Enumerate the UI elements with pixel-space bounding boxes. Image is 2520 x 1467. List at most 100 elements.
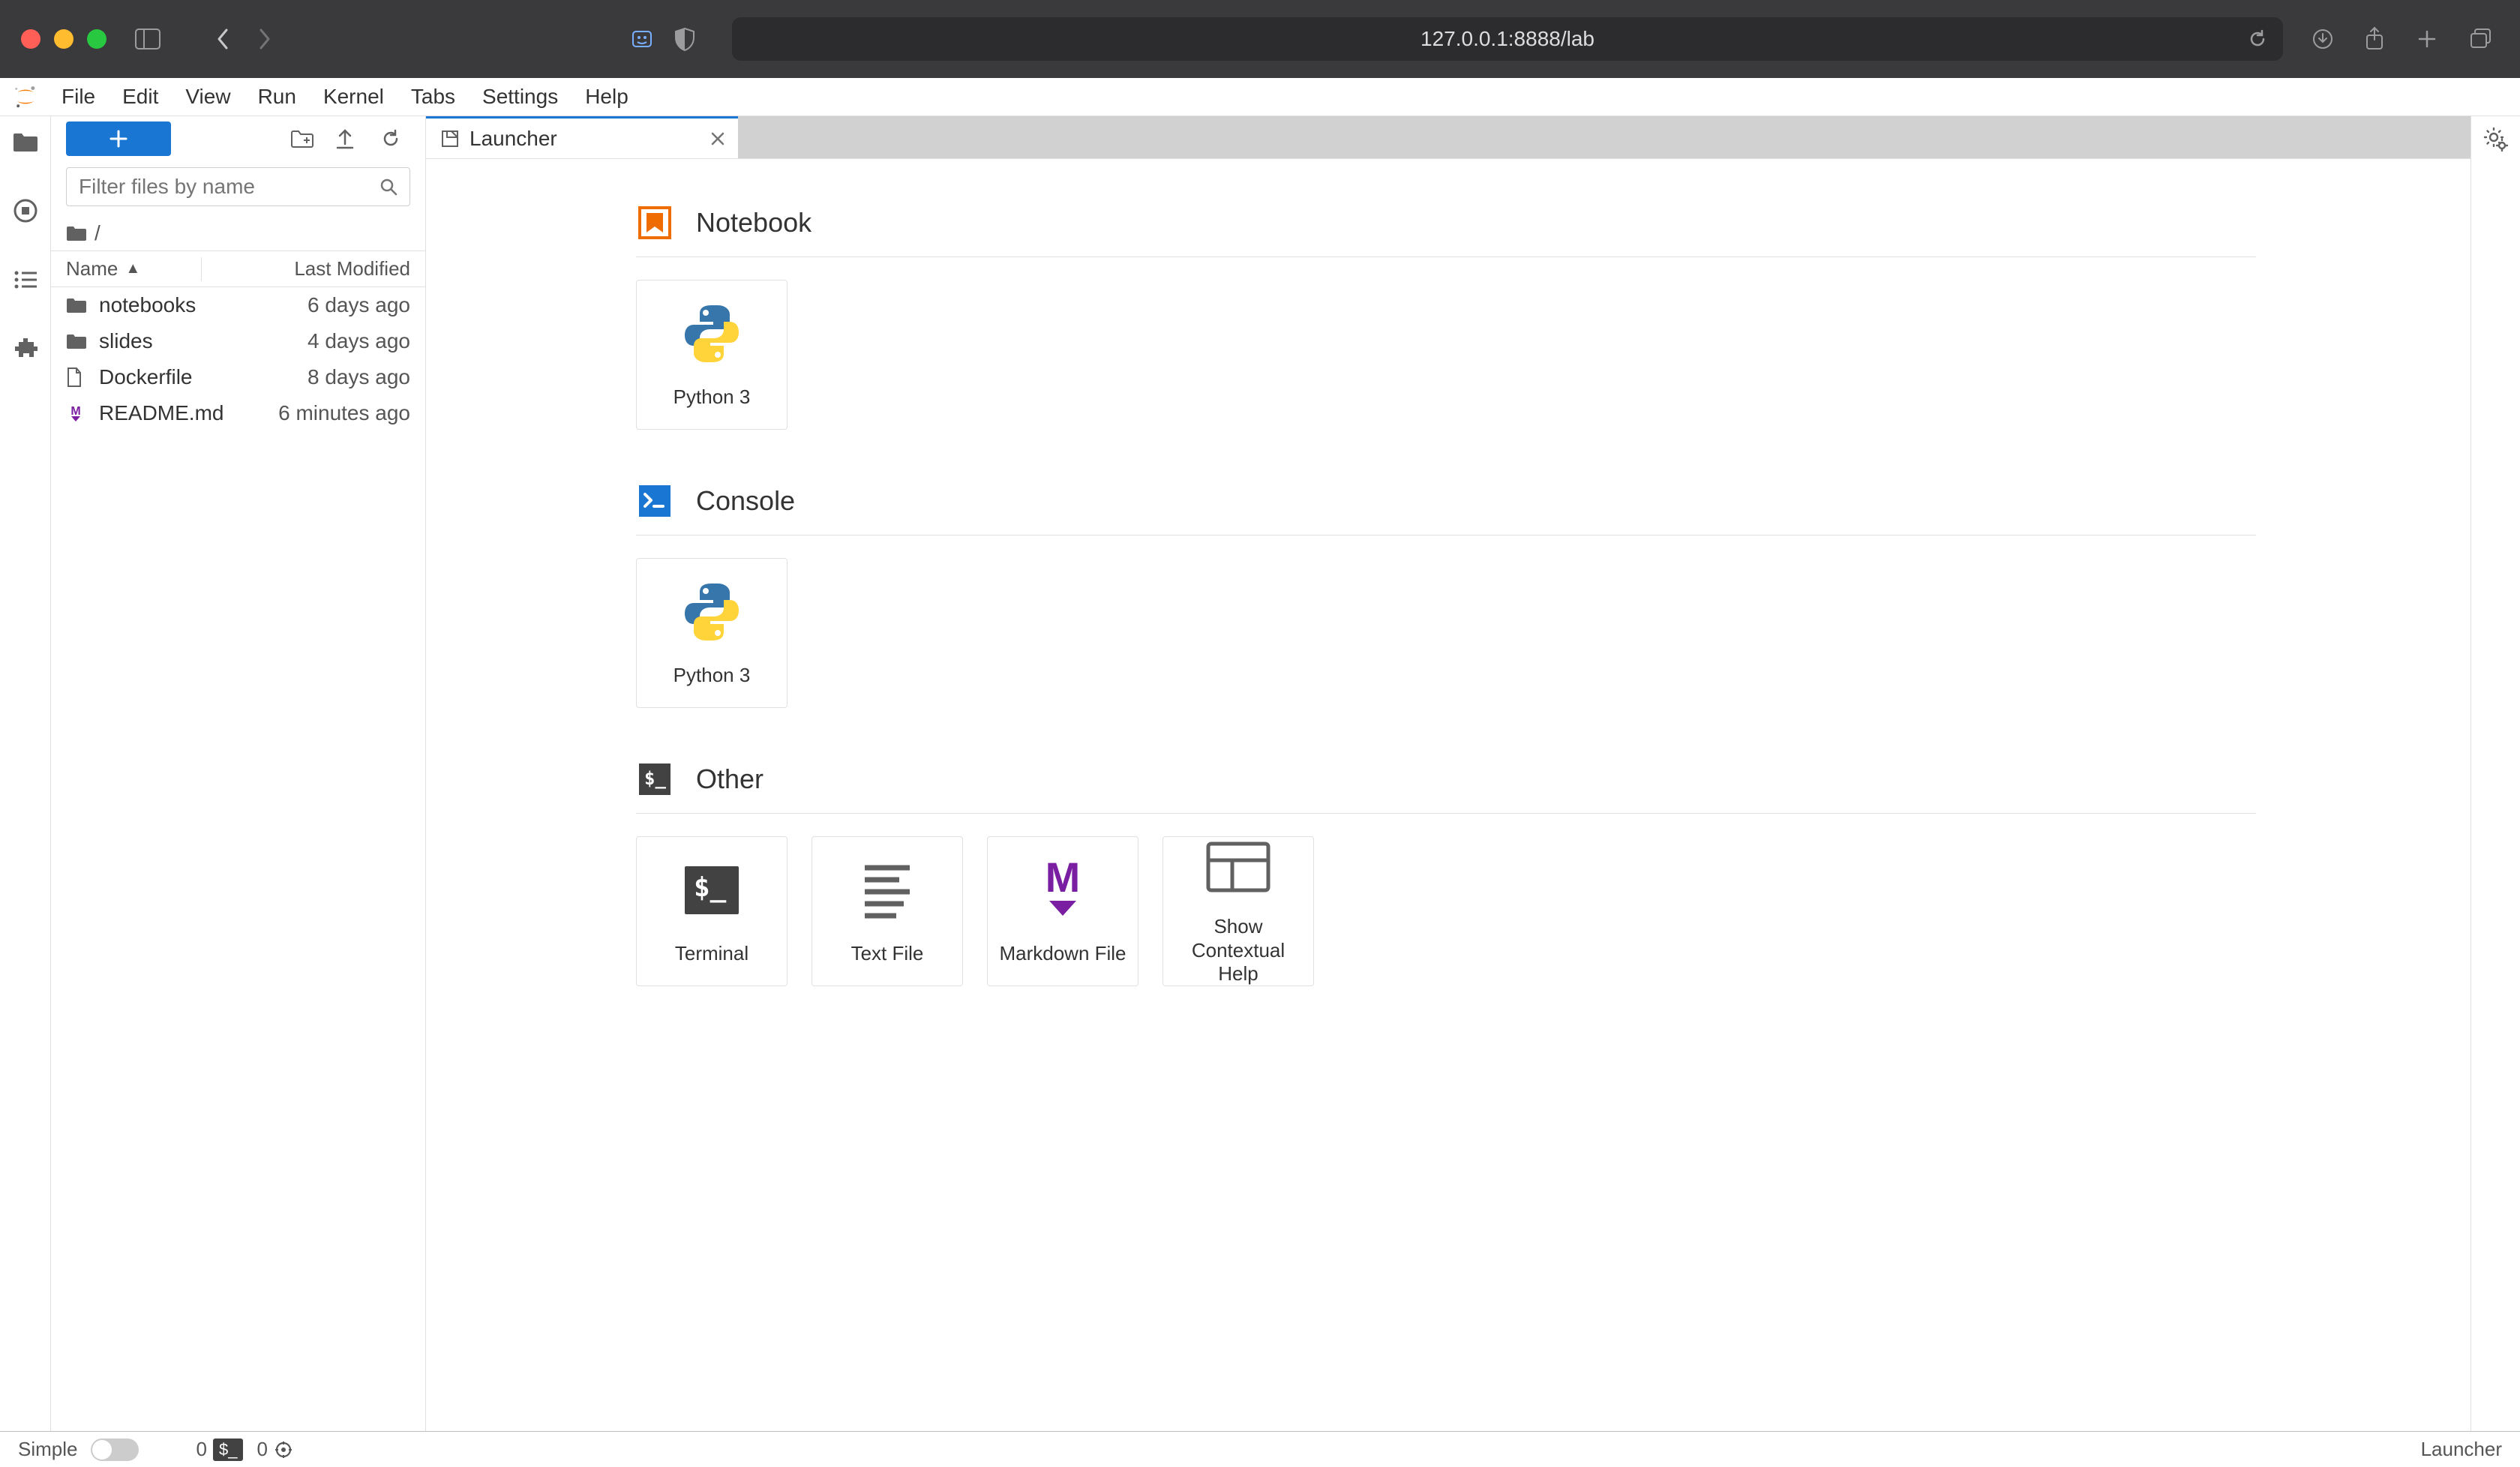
sort-asc-icon: ▲ (125, 260, 140, 278)
terminal-badge-icon: $_ (213, 1438, 243, 1461)
close-icon[interactable] (710, 130, 726, 147)
console-section-title: Console (696, 485, 795, 517)
terminals-status[interactable]: 0 $_ (196, 1438, 243, 1461)
notebook-section-icon (636, 204, 674, 242)
tab-launcher[interactable]: Launcher (426, 116, 738, 158)
text-file-icon (854, 856, 921, 924)
nav-back-icon[interactable] (214, 27, 244, 51)
running-kernels-icon[interactable] (10, 196, 40, 226)
svg-text:$_: $_ (694, 872, 727, 903)
launcher-section-other: $_ Other $_ Terminal (636, 760, 2256, 986)
breadcrumb-root: / (94, 221, 100, 245)
simple-mode-toggle[interactable] (91, 1438, 139, 1461)
file-modified: 6 minutes ago (278, 401, 410, 425)
tab-title: Launcher (470, 127, 557, 151)
file-modified: 6 days ago (308, 293, 410, 317)
launcher-card-text-file[interactable]: Text File (812, 836, 963, 986)
filter-files-input[interactable] (66, 167, 410, 206)
file-modified: 4 days ago (308, 329, 410, 353)
activity-bar (0, 116, 51, 1431)
file-browser-panel: / Name ▲ Last Modified notebooks6 days a… (51, 116, 426, 1431)
extensions-icon[interactable] (10, 334, 40, 364)
property-inspector-icon[interactable] (2483, 127, 2509, 152)
column-name-header[interactable]: Name ▲ (51, 257, 201, 280)
contextual-help-icon (1204, 837, 1272, 897)
extension-icon[interactable] (630, 27, 660, 51)
window-zoom[interactable] (87, 29, 106, 49)
share-icon[interactable] (2364, 26, 2394, 52)
kernels-status[interactable]: 0 (256, 1438, 292, 1461)
launcher-section-console: Console Python 3 (636, 482, 2256, 708)
menu-edit[interactable]: Edit (109, 85, 172, 109)
search-icon (379, 177, 398, 196)
file-browser-icon[interactable] (10, 127, 40, 157)
card-label: Markdown File (992, 942, 1133, 965)
shield-icon[interactable] (674, 27, 704, 51)
status-bar: Simple 0 $_ 0 Launcher (0, 1431, 2520, 1467)
menu-settings[interactable]: Settings (469, 85, 572, 109)
other-section-title: Other (696, 764, 764, 795)
folder-icon (66, 297, 93, 314)
reload-icon[interactable] (2247, 28, 2268, 50)
refresh-icon[interactable] (380, 128, 410, 149)
card-label: Python 3 (666, 664, 758, 687)
downloads-icon[interactable] (2312, 28, 2342, 50)
tabs-overview-icon[interactable] (2469, 28, 2499, 50)
kernel-badge-icon (274, 1440, 293, 1460)
url-bar[interactable]: 127.0.0.1:8888/lab (732, 17, 2283, 61)
card-label: Show Contextual Help (1163, 915, 1313, 986)
menu-help[interactable]: Help (572, 85, 642, 109)
launcher-tab-icon (441, 130, 459, 148)
launcher-card-markdown-file[interactable]: M Markdown File (987, 836, 1138, 986)
card-label: Terminal (668, 942, 756, 965)
nav-forward-icon[interactable] (258, 27, 288, 51)
browser-chrome: 127.0.0.1:8888/lab (0, 0, 2520, 78)
property-inspector-bar (2470, 116, 2520, 1431)
file-row[interactable]: M README.md6 minutes ago (51, 395, 425, 431)
jupyter-logo[interactable] (3, 78, 48, 116)
file-row[interactable]: slides4 days ago (51, 323, 425, 359)
menu-file[interactable]: File (48, 85, 109, 109)
launcher-card-contextual-help[interactable]: Show Contextual Help (1162, 836, 1314, 986)
file-toolbar (51, 116, 425, 161)
menu-tabs[interactable]: Tabs (398, 85, 469, 109)
svg-text:M: M (1046, 859, 1081, 901)
svg-text:M: M (70, 405, 80, 418)
menu-kernel[interactable]: Kernel (310, 85, 398, 109)
sidebar-toggle-icon[interactable] (135, 28, 165, 50)
browser-tools (2312, 26, 2499, 52)
upload-icon[interactable] (335, 128, 365, 150)
menu-run[interactable]: Run (244, 85, 310, 109)
file-name: slides (93, 329, 308, 353)
file-name: README.md (93, 401, 278, 425)
simple-mode-label: Simple (18, 1438, 77, 1461)
window-minimize[interactable] (54, 29, 74, 49)
file-name: notebooks (93, 293, 308, 317)
launcher-card-terminal[interactable]: $_ Terminal (636, 836, 788, 986)
new-folder-icon[interactable] (290, 129, 320, 148)
markdown-icon: M (66, 404, 93, 422)
window-controls (21, 29, 106, 49)
menubar: File Edit View Run Kernel Tabs Settings … (0, 78, 2520, 116)
new-tab-icon[interactable] (2416, 28, 2446, 50)
file-list: notebooks6 days agoslides4 days agoDocke… (51, 287, 425, 1431)
toc-icon[interactable] (10, 265, 40, 295)
file-modified: 8 days ago (308, 365, 410, 389)
launcher-card-notebook-python3[interactable]: Python 3 (636, 280, 788, 430)
other-section-icon: $_ (636, 760, 674, 798)
card-label: Python 3 (666, 386, 758, 409)
new-launcher-button[interactable] (66, 122, 171, 156)
url-text: 127.0.0.1:8888/lab (1420, 27, 1594, 51)
launcher-body: Notebook Python 3 (426, 158, 2470, 1431)
window-close[interactable] (21, 29, 40, 49)
launcher-card-console-python3[interactable]: Python 3 (636, 558, 788, 708)
file-row[interactable]: Dockerfile8 days ago (51, 359, 425, 395)
file-row[interactable]: notebooks6 days ago (51, 287, 425, 323)
status-right-label[interactable]: Launcher (2421, 1438, 2502, 1461)
menu-view[interactable]: View (172, 85, 244, 109)
column-modified-header[interactable]: Last Modified (202, 257, 425, 280)
breadcrumb[interactable]: / (51, 215, 425, 251)
file-list-header: Name ▲ Last Modified (51, 251, 425, 287)
notebook-section-title: Notebook (696, 207, 812, 238)
console-section-icon (636, 482, 674, 520)
